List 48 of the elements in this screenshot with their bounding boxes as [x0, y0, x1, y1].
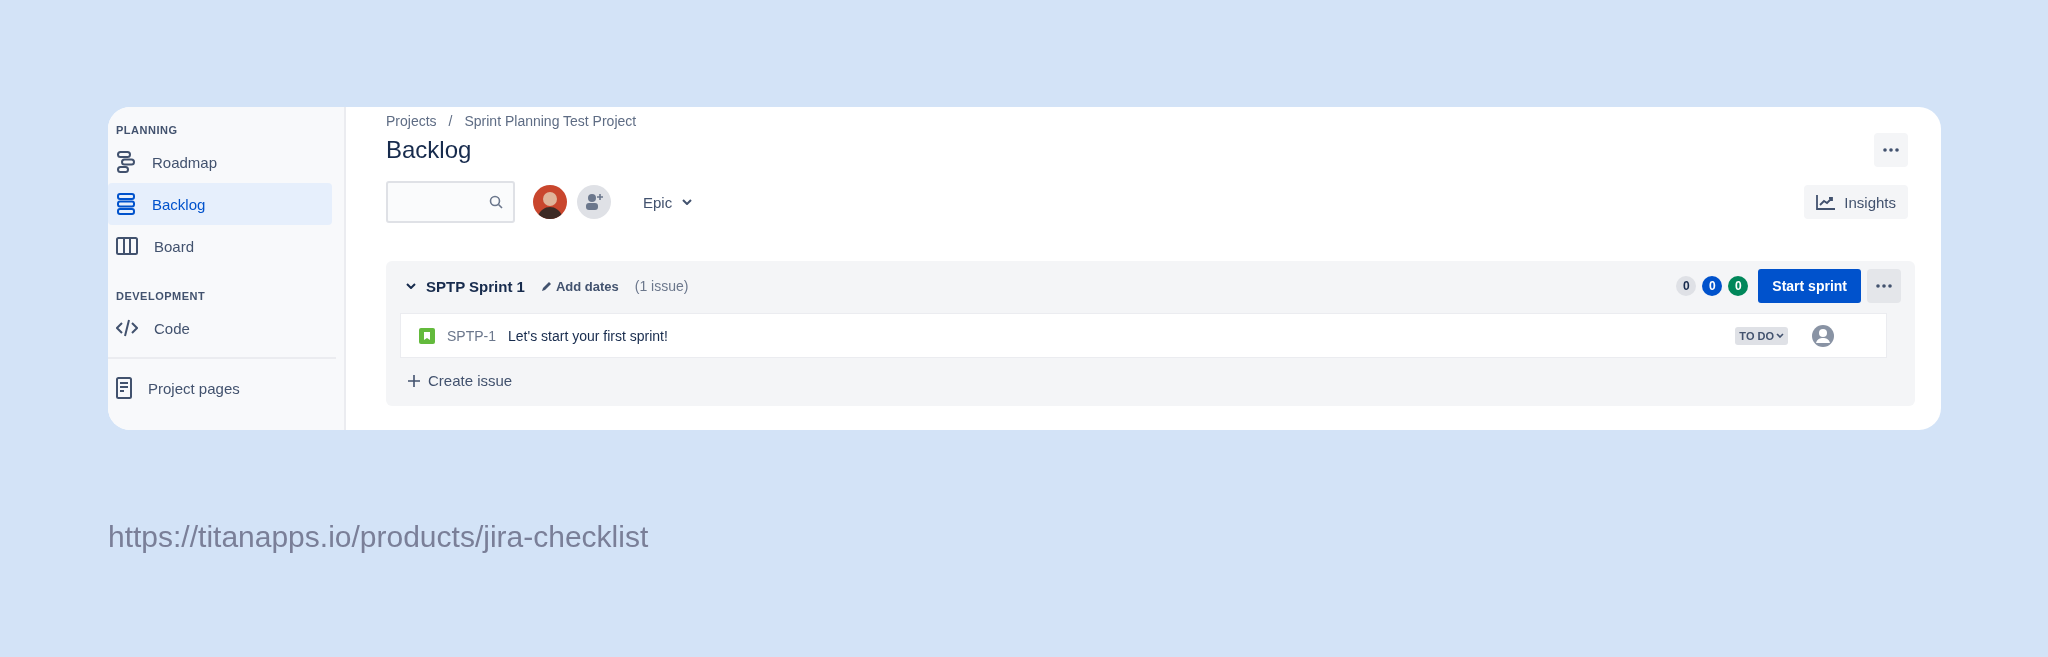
- chart-icon: [1816, 194, 1837, 210]
- chevron-down-icon: [682, 199, 693, 205]
- start-sprint-button[interactable]: Start sprint: [1758, 269, 1861, 303]
- add-user-icon: [584, 193, 604, 211]
- breadcrumb-link[interactable]: Projects: [386, 113, 437, 129]
- sprint-name: SPTP Sprint 1: [426, 277, 525, 295]
- insights-button[interactable]: Insights: [1804, 185, 1908, 219]
- more-icon: [1883, 148, 1899, 152]
- count-badge: 0: [1702, 276, 1723, 296]
- more-button[interactable]: [1874, 133, 1908, 167]
- section-heading: PLANNING: [115, 123, 179, 138]
- create-issue-button[interactable]: Create issue: [400, 368, 521, 393]
- sidebar-item[interactable]: Code: [108, 307, 332, 349]
- code-icon: [116, 319, 138, 337]
- search-field[interactable]: [386, 181, 515, 223]
- breadcrumb-separator: /: [448, 113, 453, 129]
- page-title: Backlog: [386, 136, 472, 164]
- breadcrumb-link[interactable]: Sprint Planning Test Project: [464, 113, 637, 129]
- plus-icon: [408, 374, 420, 387]
- issue-summary: Let's start your first sprint!: [508, 327, 668, 344]
- board-icon: [116, 237, 138, 255]
- pencil-icon: [540, 280, 552, 292]
- sidebar-item[interactable]: Board: [108, 225, 332, 267]
- backlog-icon: [116, 193, 136, 215]
- source-caption: https://titanapps.io/products/jira-checklist: [108, 520, 650, 554]
- epic-dropdown[interactable]: Epic: [637, 192, 699, 212]
- sidebar-item[interactable]: Backlog: [108, 183, 332, 225]
- issue-count: (1 issue): [634, 278, 689, 294]
- chevron-icon[interactable]: [406, 283, 416, 289]
- count-badge: 0: [1728, 276, 1749, 296]
- more-icon: [1876, 284, 1892, 288]
- section-heading: DEVELOPMENT: [115, 289, 207, 304]
- more-button[interactable]: [1867, 269, 1901, 303]
- issue-key[interactable]: SPTP-1: [447, 327, 496, 344]
- story-icon: [419, 327, 435, 344]
- roadmap-icon: [116, 151, 136, 173]
- status-dropdown[interactable]: TO DO: [1735, 326, 1788, 345]
- chevron-down-icon: [1776, 333, 1784, 338]
- avatar[interactable]: [533, 185, 567, 219]
- add-dates-button[interactable]: Add dates: [534, 278, 625, 294]
- add-user-button[interactable]: [577, 185, 611, 219]
- count-badge: 0: [1676, 276, 1697, 296]
- issue-row[interactable]: SPTP-1 Let's start your first sprint! TO DO: [400, 313, 1887, 358]
- user-icon[interactable]: [1812, 324, 1834, 347]
- sidebar-item[interactable]: Project pages: [108, 367, 332, 409]
- sidebar-item[interactable]: Roadmap: [108, 141, 332, 183]
- page-icon: [116, 377, 132, 399]
- search-icon: [489, 195, 503, 209]
